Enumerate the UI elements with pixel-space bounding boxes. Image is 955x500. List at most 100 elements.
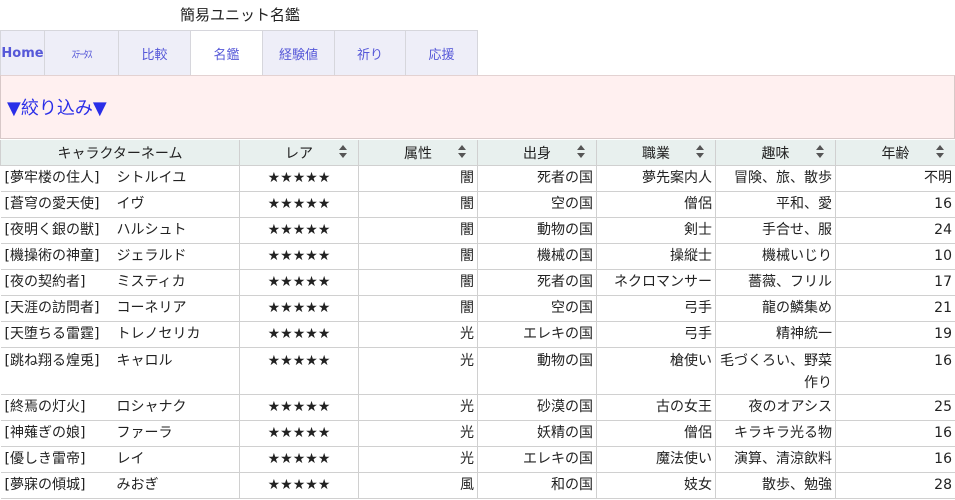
- unit-name-cell[interactable]: [機操術の神童] ジェラルド: [0, 243, 240, 270]
- unit-name: みおぎ: [116, 477, 159, 493]
- hobby-cell: 冒険、旅、散歩: [715, 165, 836, 192]
- page-title: 簡易ユニット名鑑: [179, 6, 300, 24]
- rarity-cell: ★★★★★: [239, 243, 359, 270]
- unit-title: [夢寐の傾城]: [4, 477, 86, 493]
- unit-name-cell[interactable]: [蒼穹の愛天使] イヴ: [0, 191, 240, 218]
- tab-home[interactable]: Home: [0, 30, 45, 75]
- job-cell: 弓手: [596, 295, 716, 322]
- age-cell: 17: [835, 269, 955, 296]
- origin-cell: 妖精の国: [477, 420, 597, 447]
- tab-status[interactable]: ｽﾃｰﾀｽ: [45, 30, 119, 75]
- column-header-age[interactable]: 年齢: [835, 140, 955, 166]
- header-label: 趣味: [761, 145, 790, 162]
- unit-name-cell[interactable]: [優しき雷帝] レイ: [0, 446, 240, 473]
- rarity-cell: ★★★★★: [239, 347, 359, 395]
- unit-title: [天堕ちる雷霆]: [4, 326, 100, 342]
- column-header-job[interactable]: 職業: [596, 140, 716, 166]
- tab-prayer[interactable]: 祈り: [335, 30, 406, 75]
- job-cell: 古の女王: [596, 394, 716, 421]
- origin-cell: 動物の国: [477, 347, 597, 395]
- table-row: [蒼穹の愛天使] イヴ ★★★★★ 闇 空の国 僧侶 平和、愛 16: [0, 191, 955, 218]
- unit-name-cell[interactable]: [天涯の訪問者] コーネリア: [0, 295, 240, 322]
- nav-tabs: Home ｽﾃｰﾀｽ 比較 名鑑 経験値 祈り 応援: [0, 30, 478, 75]
- age-cell: 24: [835, 217, 955, 244]
- origin-cell: 動物の国: [477, 217, 597, 244]
- origin-cell: 空の国: [477, 295, 597, 322]
- column-header-origin[interactable]: 出身: [477, 140, 597, 166]
- unit-name-cell[interactable]: [夜明く銀の獣] ハルシュト: [0, 217, 240, 244]
- hobby-cell: 平和、愛: [715, 191, 836, 218]
- header-label: キャラクターネーム: [57, 145, 183, 162]
- element-cell: 闇: [358, 243, 478, 270]
- element-cell: 風: [358, 472, 478, 499]
- job-cell: 剣士: [596, 217, 716, 244]
- table-row: [神薙ぎの娘] ファーラ ★★★★★ 光 妖精の国 僧侶 キラキラ光る物 16: [0, 420, 955, 447]
- tab-compare[interactable]: 比較: [119, 30, 191, 75]
- age-cell: 10: [835, 243, 955, 270]
- element-cell: 光: [358, 394, 478, 421]
- header-label: 年齢: [881, 145, 910, 162]
- job-cell: ネクロマンサー: [596, 269, 716, 296]
- table-row: [優しき雷帝] レイ ★★★★★ 光 エレキの国 魔法使い 演算、清涼飲料 16: [0, 446, 955, 473]
- column-header-element[interactable]: 属性: [358, 140, 478, 166]
- unit-name-cell[interactable]: [終焉の灯火] ロシャナク: [0, 394, 240, 421]
- job-cell: 僧侶: [596, 420, 716, 447]
- sort-icon[interactable]: [458, 145, 467, 159]
- filter-toggle[interactable]: ▼絞り込み▼: [7, 94, 107, 120]
- header-label: 属性: [404, 145, 432, 162]
- origin-cell: 機械の国: [477, 243, 597, 270]
- unit-title: [優しき雷帝]: [4, 451, 86, 467]
- hobby-cell: 薔薇、フリル: [715, 269, 836, 296]
- unit-name: トレノセリカ: [116, 326, 201, 342]
- sort-icon[interactable]: [696, 145, 705, 159]
- unit-name-cell[interactable]: [神薙ぎの娘] ファーラ: [0, 420, 240, 447]
- age-cell: 28: [835, 472, 955, 499]
- age-cell: 16: [835, 420, 955, 447]
- unit-name: ロシャナク: [116, 399, 187, 415]
- unit-title: [蒼穹の愛天使]: [4, 196, 100, 212]
- unit-name: ファーラ: [116, 425, 173, 441]
- sort-icon[interactable]: [816, 145, 825, 159]
- element-cell: 闇: [358, 269, 478, 296]
- table-row: [機操術の神童] ジェラルド ★★★★★ 闇 機械の国 操縦士 機械いじり 10: [0, 243, 955, 270]
- origin-cell: 死者の国: [477, 165, 597, 192]
- table-row: [天涯の訪問者] コーネリア ★★★★★ 闇 空の国 弓手 龍の鱗集め 21: [0, 295, 955, 322]
- unit-title: [機操術の神童]: [4, 248, 100, 264]
- column-header-name[interactable]: キャラクターネーム: [0, 140, 240, 166]
- origin-cell: 死者の国: [477, 269, 597, 296]
- tab-experience[interactable]: 経験値: [263, 30, 335, 75]
- column-header-hobby[interactable]: 趣味: [715, 140, 836, 166]
- sort-icon[interactable]: [339, 145, 348, 159]
- header-label: レア: [285, 145, 313, 162]
- age-cell: 16: [835, 347, 955, 395]
- unit-name-cell[interactable]: [夜の契約者] ミスティカ: [0, 269, 240, 296]
- age-cell: 16: [835, 191, 955, 218]
- element-cell: 光: [358, 347, 478, 395]
- age-cell: 不明: [835, 165, 955, 192]
- element-cell: 闇: [358, 165, 478, 192]
- header-label: 出身: [523, 145, 551, 162]
- unit-title: [夢牢楼の住人]: [4, 170, 100, 186]
- table-row: [夢牢楼の住人] シトルイユ ★★★★★ 闇 死者の国 夢先案内人 冒険、旅、散歩…: [0, 165, 955, 192]
- rarity-cell: ★★★★★: [239, 165, 359, 192]
- hobby-cell: 精神統一: [715, 321, 836, 348]
- unit-name-cell[interactable]: [天堕ちる雷霆] トレノセリカ: [0, 321, 240, 348]
- table-row: [夜明く銀の獣] ハルシュト ★★★★★ 闇 動物の国 剣士 手合せ、服 24: [0, 217, 955, 244]
- sort-icon[interactable]: [577, 145, 586, 159]
- hobby-cell: 機械いじり: [715, 243, 836, 270]
- unit-name-cell[interactable]: [夢寐の傾城] みおぎ: [0, 472, 240, 499]
- element-cell: 光: [358, 420, 478, 447]
- column-header-rare[interactable]: レア: [239, 140, 359, 166]
- tab-support[interactable]: 応援: [406, 30, 478, 75]
- tab-directory[interactable]: 名鑑: [191, 30, 263, 75]
- unit-name-cell[interactable]: [跳ね翔る煌兎] キャロル: [0, 347, 240, 395]
- table-row: [天堕ちる雷霆] トレノセリカ ★★★★★ 光 エレキの国 弓手 精神統一 19: [0, 321, 955, 348]
- unit-name-cell[interactable]: [夢牢楼の住人] シトルイユ: [0, 165, 240, 192]
- sort-icon[interactable]: [936, 145, 945, 159]
- origin-cell: 空の国: [477, 191, 597, 218]
- header-label: 職業: [642, 145, 670, 162]
- element-cell: 光: [358, 321, 478, 348]
- rarity-cell: ★★★★★: [239, 394, 359, 421]
- filter-panel: ▼絞り込み▼: [0, 75, 955, 139]
- unit-title: [神薙ぎの娘]: [4, 425, 86, 441]
